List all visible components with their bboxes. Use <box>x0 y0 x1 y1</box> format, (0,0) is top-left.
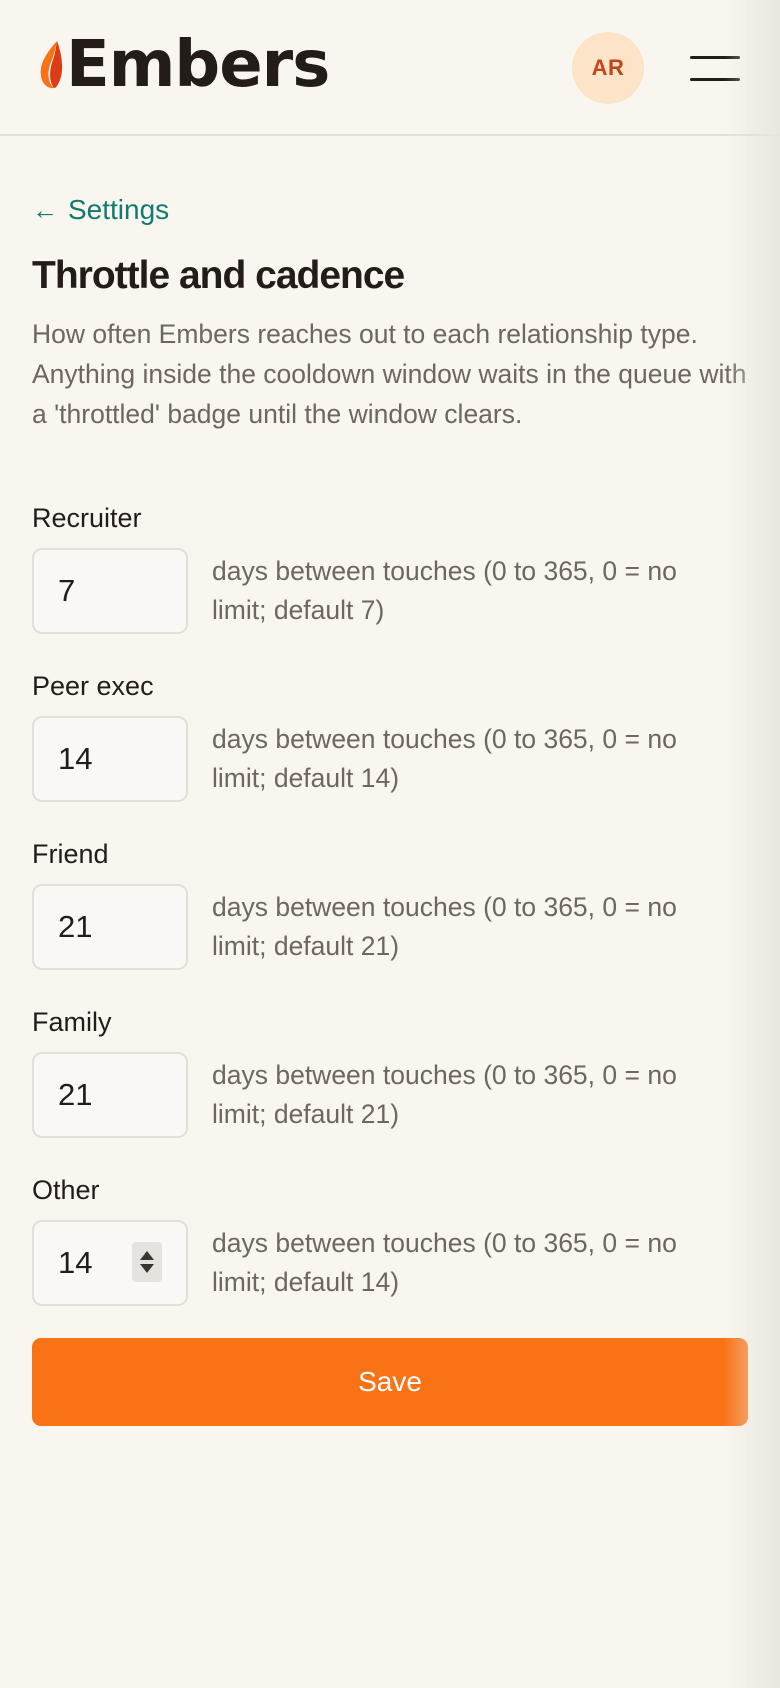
save-button[interactable]: Save <box>32 1338 748 1426</box>
field-label: Peer exec <box>32 671 154 701</box>
arrow-left-icon: ← <box>32 194 58 225</box>
app-header: Embers AR <box>0 0 780 136</box>
other-days-input[interactable]: 14 <box>32 1220 188 1306</box>
back-link-label: Settings <box>68 194 170 225</box>
field-hint: days between touches (0 to 365, 0 = no l… <box>212 892 677 961</box>
field-family: Family 21 days between touches (0 to 365… <box>32 1002 752 1140</box>
field-hint: days between touches (0 to 365, 0 = no l… <box>212 556 677 625</box>
back-to-settings-link[interactable]: ← Settings <box>32 194 169 226</box>
field-friend: Friend 21 days between touches (0 to 365… <box>32 834 752 972</box>
page-description: How often Embers reaches out to each rel… <box>32 319 747 429</box>
field-other: Other 14 days between touches (0 to 365,… <box>32 1170 752 1308</box>
avatar[interactable]: AR <box>572 32 644 104</box>
recruiter-days-input[interactable]: 7 <box>32 548 188 634</box>
field-hint: days between touches (0 to 365, 0 = no l… <box>212 1060 677 1129</box>
friend-days-input[interactable]: 21 <box>32 884 188 970</box>
number-stepper[interactable] <box>132 1242 162 1282</box>
flame-icon <box>40 41 63 89</box>
hamburger-icon[interactable] <box>690 52 740 84</box>
field-label: Other <box>32 1175 100 1205</box>
stepper-up-icon[interactable] <box>140 1251 154 1260</box>
field-label: Family <box>32 1007 112 1037</box>
field-label: Friend <box>32 839 109 869</box>
family-days-input[interactable]: 21 <box>32 1052 188 1138</box>
brand-logo[interactable]: Embers <box>38 28 330 102</box>
peer-exec-days-input[interactable]: 14 <box>32 716 188 802</box>
field-hint: days between touches (0 to 365, 0 = no l… <box>212 724 677 793</box>
field-peer-exec: Peer exec 14 days between touches (0 to … <box>32 666 752 804</box>
field-recruiter: Recruiter 7 days between touches (0 to 3… <box>32 498 752 636</box>
field-hint: days between touches (0 to 365, 0 = no l… <box>212 1228 677 1297</box>
field-label: Recruiter <box>32 503 142 533</box>
brand-name: Embers <box>66 28 330 102</box>
page-title: Throttle and cadence <box>32 254 405 297</box>
stepper-down-icon[interactable] <box>140 1264 154 1273</box>
